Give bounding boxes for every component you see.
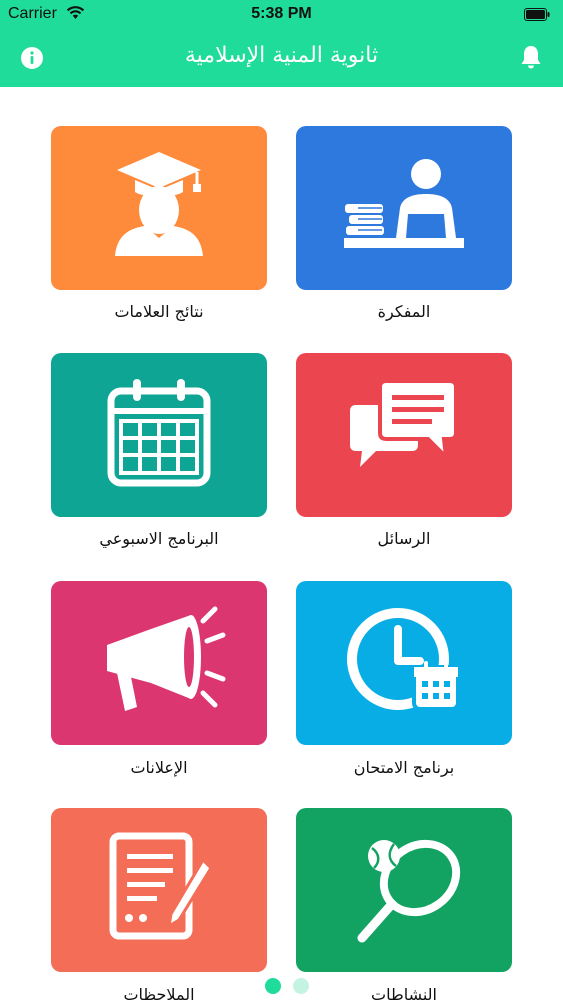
tile-announcements[interactable] [51,581,267,745]
graduate-icon [115,152,203,256]
battery-icon [524,8,550,21]
tile-label-notebook: المفكرة [377,302,431,321]
tile-label-notes: الملاحظات [123,985,195,1004]
tile-label-announcements: الإعلانات [130,758,188,777]
header-bar: Carrier 5:38 PM ثانوية المنية الإسلامية [0,0,563,87]
chat-bubbles-icon [350,379,458,467]
tile-activities[interactable] [296,808,512,972]
tennis-icon [357,839,461,943]
tile-notes[interactable] [51,808,267,972]
tile-notebook[interactable] [296,126,512,290]
clock-calendar-icon [347,608,460,711]
page-dot-1[interactable] [265,978,281,994]
student-desk-icon [344,159,464,248]
page-dot-2[interactable] [293,978,309,994]
status-bar: Carrier 5:38 PM [0,0,563,30]
tile-label-messages: الرسائل [377,529,431,548]
tile-label-activities: النشاطات [371,985,437,1004]
nav-bar: ثانوية المنية الإسلامية [0,30,563,87]
tile-exam[interactable] [296,581,512,745]
status-time: 5:38 PM [251,5,312,22]
megaphone-icon [107,606,226,711]
document-pencil-icon [109,832,213,940]
bell-icon[interactable] [519,44,543,70]
tile-schedule[interactable] [51,353,267,517]
tile-label-grades: نتائج العلامات [114,302,204,321]
tile-label-exam: برنامج الامتحان [353,758,455,777]
tile-grades[interactable] [51,126,267,290]
page-title: ثانوية المنية الإسلامية [184,43,379,68]
tile-messages[interactable] [296,353,512,517]
tile-label-schedule: البرنامج الاسبوعي [99,529,219,548]
calendar-icon [107,379,211,487]
